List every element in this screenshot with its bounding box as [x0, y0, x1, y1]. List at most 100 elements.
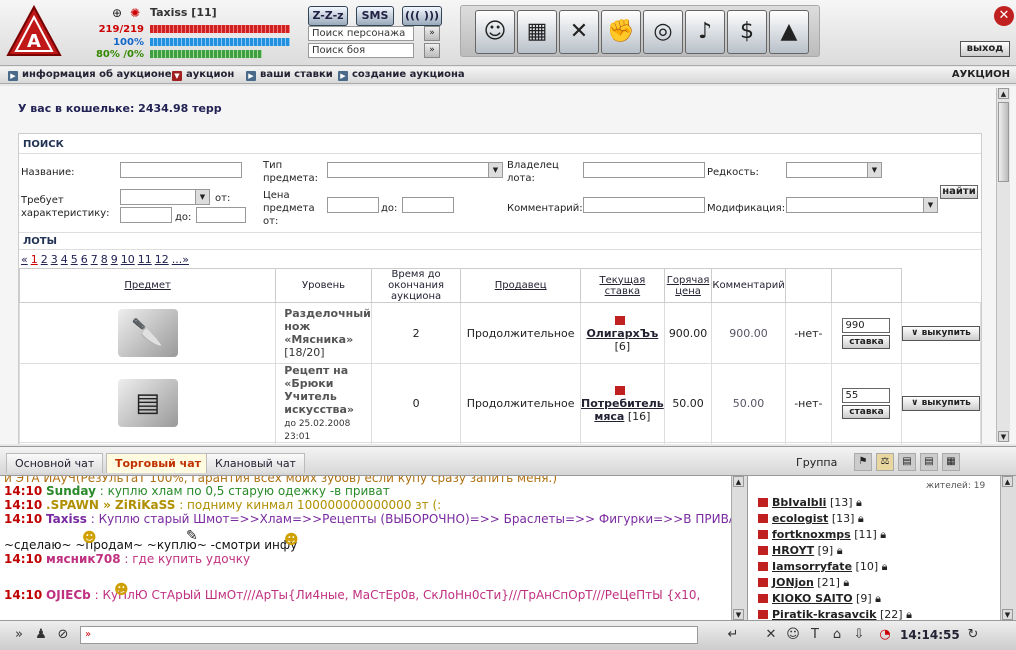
page-link[interactable]: 5 — [71, 253, 78, 266]
scroll-down-icon[interactable]: ▼ — [1002, 609, 1013, 620]
search-person-go[interactable]: » — [424, 26, 440, 41]
flag-icon[interactable]: ⚑ — [854, 453, 872, 471]
tab-bids[interactable]: ▶ ваши ставки — [246, 69, 333, 81]
price-from-input[interactable] — [327, 197, 379, 213]
scroll-up-icon[interactable]: ▲ — [1002, 476, 1013, 487]
tab-trade-chat[interactable]: Торговый чат — [106, 453, 211, 473]
col-seller[interactable]: Продавец — [460, 268, 582, 303]
money-bag-icon[interactable]: $ — [727, 10, 767, 54]
page-link[interactable]: 2 — [41, 253, 48, 266]
graduation-icon[interactable]: ▲ — [769, 10, 809, 54]
page-link[interactable]: 8 — [101, 253, 108, 266]
filter2-icon[interactable]: ▤ — [920, 453, 938, 471]
user-list-item[interactable]: BbIvalbIi [13] 🔒︎ — [758, 496, 862, 510]
find-button[interactable]: найти — [940, 185, 978, 199]
user-list-item[interactable]: KIOKO SAITO [9] 🔒︎ — [758, 592, 881, 606]
bid-button[interactable]: ставка — [842, 404, 891, 419]
refresh-icon[interactable]: ↻ — [964, 626, 982, 644]
req-from-input[interactable] — [120, 207, 172, 223]
username[interactable]: Taxiss [11] — [150, 6, 217, 19]
bid-input[interactable]: 55 — [842, 387, 891, 403]
fist-icon[interactable]: ✊ — [601, 10, 641, 54]
tab-main-chat[interactable]: Основной чат — [6, 453, 104, 473]
page-link[interactable]: 4 — [61, 253, 68, 266]
home-icon[interactable]: ⌂ — [828, 626, 846, 644]
scroll-up-icon[interactable]: ▲ — [733, 476, 744, 487]
chat-nick[interactable]: мясник708 — [46, 552, 121, 566]
scroll-up-icon[interactable]: ▲ — [998, 88, 1009, 99]
target-icon[interactable]: ⊕ — [112, 6, 122, 20]
filter-icon[interactable]: ▤ — [898, 453, 916, 471]
page-link[interactable]: 10 — [121, 253, 135, 266]
bid-button[interactable]: ставка — [842, 334, 891, 349]
crosshair-icon[interactable]: ◎ — [643, 10, 683, 54]
chat-nick[interactable]: .SPAWN » ZiRiKaSS — [46, 498, 175, 512]
price-to-input[interactable] — [402, 197, 454, 213]
scales-icon[interactable]: ⚖ — [876, 453, 894, 471]
page-link[interactable]: 3 — [51, 253, 58, 266]
owner-input[interactable] — [583, 162, 705, 178]
close-icon[interactable]: ✕ — [994, 6, 1014, 26]
text-icon[interactable]: T — [806, 626, 824, 644]
horn-icon[interactable]: ♪ — [685, 10, 725, 54]
main-scrollbar[interactable]: ▲ ▼ — [996, 88, 1010, 442]
user-list-item[interactable]: JONjon [21] 🔒︎ — [758, 576, 849, 590]
block-icon[interactable]: ⊘ — [54, 626, 72, 644]
col-hot[interactable]: Горячая цена — [663, 268, 713, 303]
user-list-item[interactable]: ecologist [13] 🔒︎ — [758, 512, 864, 526]
clear-icon[interactable]: ✕ — [762, 626, 780, 644]
page-link[interactable]: 7 — [91, 253, 98, 266]
page-link[interactable]: 11 — [138, 253, 152, 266]
bid-input[interactable]: 990 — [842, 317, 891, 333]
chat-nick[interactable]: OJIECb — [46, 588, 91, 602]
tab-auction[interactable]: ▼ аукцион — [172, 69, 234, 81]
smile-icon[interactable]: ☺ — [784, 626, 802, 644]
tab-info[interactable]: ▶ информация об аукционе — [8, 69, 171, 81]
radio-button[interactable]: ((( ))) — [402, 6, 442, 26]
item-image[interactable]: ▮ — [18, 442, 277, 444]
exit-button[interactable]: выход — [960, 41, 1010, 57]
page-link[interactable]: 12 — [155, 253, 169, 266]
chat-nick[interactable]: Taxiss — [46, 512, 87, 526]
search-battle-input[interactable]: Поиск боя — [308, 43, 414, 58]
comment-input[interactable] — [583, 197, 705, 213]
scroll-down-icon[interactable]: ▼ — [733, 609, 744, 620]
download-icon[interactable]: ⇩ — [850, 626, 868, 644]
group-button[interactable]: Группа — [796, 453, 837, 473]
chat-nick[interactable]: Sunday — [46, 484, 96, 498]
item-image[interactable]: ▤ — [18, 363, 277, 443]
search-person-input[interactable]: Поиск персонажа — [308, 26, 414, 41]
chat-scrollbar[interactable]: ▲ ▼ — [731, 476, 747, 620]
user-list-item[interactable]: fortknoxmps [11] 🔒︎ — [758, 528, 886, 542]
col-bid[interactable]: Текущая ставка — [580, 268, 665, 303]
item-image[interactable]: 🔪 — [18, 302, 277, 364]
city-icon[interactable]: ▦ — [517, 10, 557, 54]
search-battle-go[interactable]: » — [424, 43, 440, 58]
character-icon[interactable]: ☺ — [475, 10, 515, 54]
user-list-item[interactable]: Piratik-krasavcik [22] 🔒︎ — [758, 608, 912, 620]
tab-clan-chat[interactable]: Клановый чат — [206, 453, 305, 473]
page-link[interactable]: « — [21, 253, 28, 266]
type-select[interactable] — [327, 162, 503, 178]
sleep-button[interactable]: Z-Z-z — [308, 6, 348, 26]
map-icon[interactable]: ✕ — [559, 10, 599, 54]
tab-create[interactable]: ▶ создание аукциона — [338, 69, 465, 81]
seller-link[interactable]: ОлигархЪъ — [586, 327, 658, 340]
mod-select[interactable] — [786, 197, 938, 213]
scroll-thumb[interactable] — [998, 102, 1009, 182]
rarity-select[interactable] — [786, 162, 882, 178]
req-to-input[interactable] — [196, 207, 246, 223]
scroll-down-icon[interactable]: ▼ — [998, 431, 1009, 442]
grid-icon[interactable]: ▦ — [942, 453, 960, 471]
page-link[interactable]: ...» — [172, 253, 189, 266]
user-list-item[interactable]: Iamsorryfate [10] 🔒︎ — [758, 560, 887, 574]
page-link[interactable]: 1 — [31, 253, 38, 266]
sms-button[interactable]: SMS — [356, 6, 394, 26]
name-input[interactable] — [120, 162, 242, 178]
user-list-item[interactable]: HROYT [9] 🔒︎ — [758, 544, 843, 558]
double-arrow-icon[interactable]: » — [10, 626, 28, 644]
page-link[interactable]: 9 — [111, 253, 118, 266]
buy-button[interactable]: ∨ выкупить — [902, 395, 980, 411]
message-input[interactable]: » — [80, 626, 698, 644]
users-scrollbar[interactable]: ▲ ▼ — [1000, 476, 1016, 620]
